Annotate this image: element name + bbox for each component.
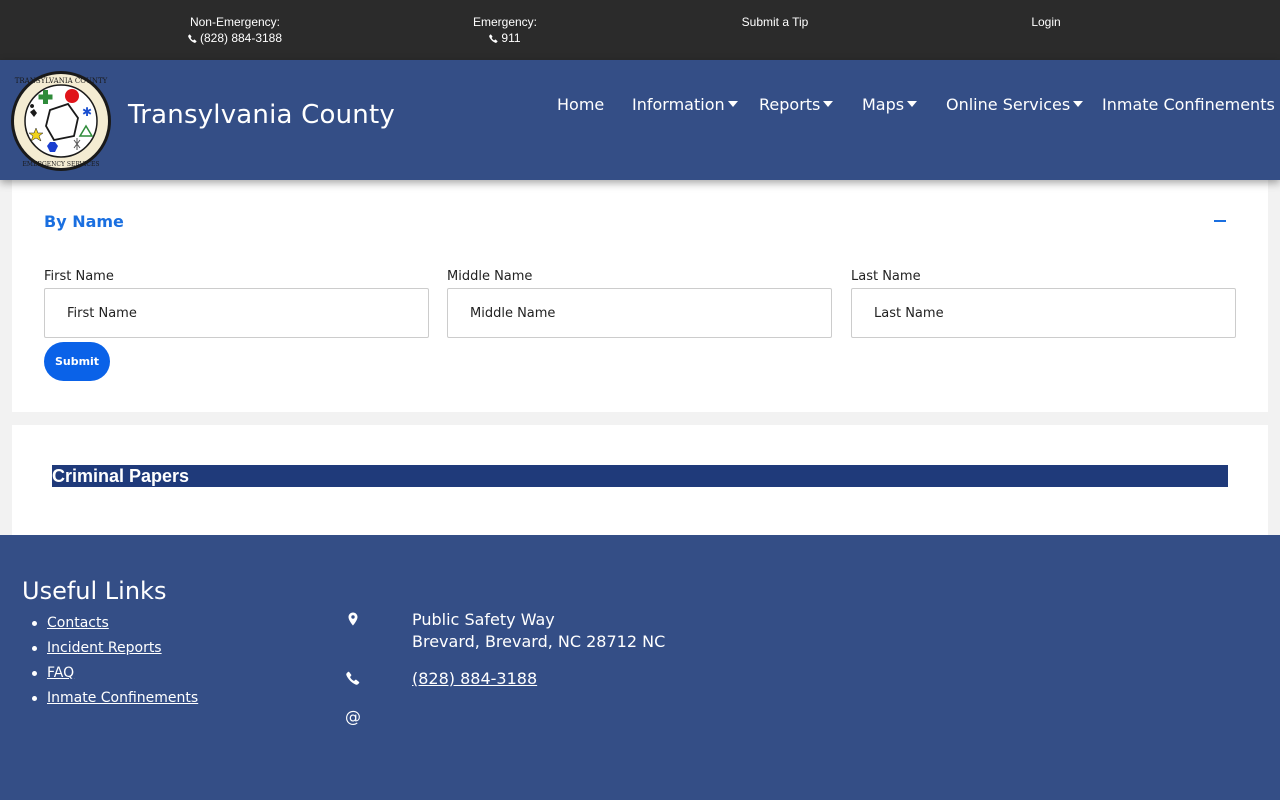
nav-information[interactable]: Information [632, 95, 738, 114]
nav-maps[interactable]: Maps [862, 95, 918, 114]
chevron-down-icon [907, 101, 918, 107]
list-item: Contacts [31, 611, 198, 636]
logo-text-bottom: EMERGENCY SERVICES [23, 161, 100, 168]
footer-link-contacts[interactable]: Contacts [47, 615, 109, 631]
site-title[interactable]: Transylvania County [128, 100, 395, 130]
emergency-contact: Emergency: 911 [405, 14, 605, 46]
footer-phone-block: (828) 884-3188 [412, 668, 537, 690]
nav-online-services-label: Online Services [946, 95, 1071, 114]
nav-online-services[interactable]: Online Services [946, 95, 1084, 114]
non-emergency-label: Non-Emergency: [189, 15, 281, 29]
non-emergency-contact: Non-Emergency: (828) 884-3188 [135, 14, 335, 46]
submit-tip-link[interactable]: Submit a Tip [742, 15, 809, 29]
first-name-group: First Name [44, 269, 429, 338]
svg-text:✱: ✱ [82, 105, 92, 119]
phone-icon [346, 671, 360, 685]
first-name-label: First Name [44, 269, 114, 284]
site-header: ✱ TRANSYLVANIA COUNTY EMERGENCY SERVICES… [0, 60, 1280, 180]
submit-button[interactable]: Submit [44, 342, 110, 381]
list-item: Incident Reports [31, 636, 198, 661]
last-name-group: Last Name [851, 269, 1236, 338]
last-name-input[interactable] [851, 288, 1236, 338]
nav-home-label: Home [557, 95, 605, 114]
nav-inmate-confinements-label: Inmate Confinements [1102, 95, 1275, 114]
address-block: Public Safety Way Brevard, Brevard, NC 2… [412, 609, 665, 653]
footer-link-incident-reports[interactable]: Incident Reports [47, 640, 162, 656]
submit-tip-item: Submit a Tip [675, 14, 875, 30]
nav-home[interactable]: Home [557, 95, 604, 114]
minus-icon[interactable] [1214, 220, 1226, 222]
address-line-1: Public Safety Way [412, 610, 555, 629]
map-marker-icon [348, 612, 358, 626]
login-link[interactable]: Login [1031, 15, 1060, 29]
emergency-phone: 911 [501, 31, 521, 45]
list-item: FAQ [31, 661, 198, 686]
card-title-by-name[interactable]: By Name [44, 212, 124, 231]
nav-maps-label: Maps [862, 95, 905, 114]
site-footer: Useful Links Contacts Incident Reports F… [0, 535, 1280, 800]
criminal-papers-heading: Criminal Papers [52, 465, 1228, 487]
useful-links-list: Contacts Incident Reports FAQ Inmate Con… [31, 611, 198, 711]
middle-name-group: Middle Name [447, 269, 832, 338]
emergency-phone-line[interactable]: 911 [405, 30, 605, 46]
middle-name-label: Middle Name [447, 269, 533, 284]
logo-text-top: TRANSYLVANIA COUNTY [15, 77, 108, 85]
nav-reports-label: Reports [759, 95, 821, 114]
useful-links-title: Useful Links [22, 577, 167, 605]
at-icon: @ [345, 707, 361, 726]
nav-reports[interactable]: Reports [759, 95, 834, 114]
phone-icon [489, 34, 498, 43]
login-item: Login [946, 14, 1146, 30]
county-seal-logo[interactable]: ✱ TRANSYLVANIA COUNTY EMERGENCY SERVICES [10, 70, 112, 172]
non-emergency-phone: (828) 884-3188 [199, 31, 283, 45]
criminal-papers-card: Criminal Papers [12, 425, 1268, 535]
middle-name-input[interactable] [447, 288, 832, 338]
list-item: Inmate Confinements [31, 686, 198, 711]
chevron-down-icon [823, 101, 834, 107]
nav-inmate-confinements[interactable]: Inmate Confinements [1102, 95, 1275, 114]
emergency-label: Emergency: [472, 15, 538, 29]
chevron-down-icon [1073, 101, 1084, 107]
nav-information-label: Information [632, 95, 725, 114]
phone-icon [188, 34, 197, 43]
address-line-2: Brevard, Brevard, NC 28712 NC [412, 632, 666, 651]
non-emergency-phone-line[interactable]: (828) 884-3188 [135, 30, 335, 46]
last-name-label: Last Name [851, 269, 921, 284]
chevron-down-icon [727, 101, 738, 107]
footer-phone-link[interactable]: (828) 884-3188 [412, 669, 537, 688]
footer-link-faq[interactable]: FAQ [47, 665, 74, 681]
footer-link-inmate-confinements[interactable]: Inmate Confinements [47, 690, 198, 706]
search-by-name-card: By Name First Name Middle Name Last Name… [12, 180, 1268, 412]
first-name-input[interactable] [44, 288, 429, 338]
top-utility-bar: Non-Emergency: (828) 884-3188 Emergency:… [0, 0, 1280, 60]
